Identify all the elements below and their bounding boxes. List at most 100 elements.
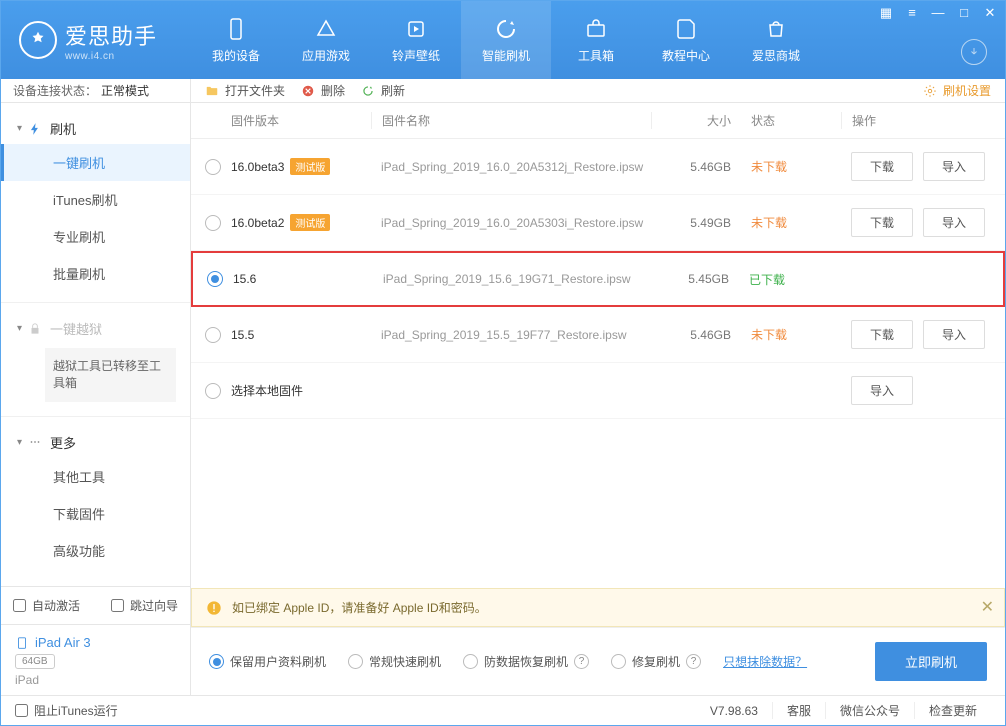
row-radio[interactable] bbox=[205, 215, 221, 231]
download-button[interactable]: 下载 bbox=[851, 320, 913, 349]
window-controls: ▦ ≡ — □ ✕ bbox=[877, 5, 999, 21]
firmware-size: 5.45GB bbox=[649, 272, 739, 286]
sidebar-item-advanced[interactable]: 高级功能 bbox=[1, 532, 190, 569]
nav-toolbox[interactable]: 工具箱 bbox=[551, 1, 641, 79]
version-text: 16.0beta3 bbox=[231, 160, 284, 174]
app-logo-icon bbox=[19, 21, 57, 59]
status-text: 未下载 bbox=[751, 328, 787, 342]
option-repair[interactable]: 修复刷机? bbox=[611, 653, 701, 670]
close-icon[interactable]: ✕ bbox=[981, 5, 999, 21]
nav-my-device[interactable]: 我的设备 bbox=[191, 1, 281, 79]
option-normal[interactable]: 常规快速刷机 bbox=[348, 653, 441, 670]
firmware-table: 固件版本 固件名称 大小 状态 操作 16.0beta3 测试版 iPad_Spr… bbox=[191, 103, 1005, 588]
jailbreak-note: 越狱工具已转移至工具箱 bbox=[45, 348, 176, 402]
firmware-name: iPad_Spring_2019_15.5_19F77_Restore.ipsw bbox=[371, 328, 651, 342]
more-icon bbox=[28, 435, 42, 449]
help-icon[interactable]: ? bbox=[574, 654, 589, 669]
option-anti[interactable]: 防数据恢复刷机? bbox=[463, 653, 589, 670]
beta-badge: 测试版 bbox=[290, 214, 330, 231]
device-info[interactable]: iPad Air 3 64GB iPad bbox=[1, 624, 190, 695]
nav-tutorials[interactable]: 教程中心 bbox=[641, 1, 731, 79]
row-radio[interactable] bbox=[205, 159, 221, 175]
erase-only-link[interactable]: 只想抹除数据？ bbox=[723, 653, 807, 670]
main-panel: 打开文件夹 删除 刷新 刷机设置 固件版本 固件名称 大小 状态 bbox=[191, 79, 1005, 695]
firmware-name: iPad_Spring_2019_16.0_20A5312j_Restore.i… bbox=[371, 160, 651, 174]
chevron-down-icon: ▾ bbox=[17, 123, 22, 134]
table-row[interactable]: 15.6 iPad_Spring_2019_15.6_19G71_Restore… bbox=[191, 251, 1005, 307]
connection-status: 设备连接状态： 正常模式 bbox=[1, 79, 190, 103]
grid-icon[interactable]: ▦ bbox=[877, 5, 895, 21]
radio-local[interactable] bbox=[205, 383, 221, 399]
sidebar-item-download-firmware[interactable]: 下载固件 bbox=[1, 495, 190, 532]
version-text: 15.5 bbox=[231, 328, 254, 342]
top-nav: 我的设备 应用游戏 铃声壁纸 智能刷机 工具箱 教程中心 爱思商城 bbox=[191, 1, 821, 79]
refresh-button[interactable]: 刷新 bbox=[361, 82, 405, 99]
nav-flash[interactable]: 智能刷机 bbox=[461, 1, 551, 79]
version-text: 15.6 bbox=[233, 272, 256, 286]
sidebar-item-pro-flash[interactable]: 专业刷机 bbox=[1, 218, 190, 255]
download-button[interactable]: 下载 bbox=[851, 152, 913, 181]
local-firmware-row[interactable]: 选择本地固件 导入 bbox=[191, 363, 1005, 419]
nav-ringtones[interactable]: 铃声壁纸 bbox=[371, 1, 461, 79]
tablet-icon bbox=[15, 636, 29, 650]
sidebar-group-jailbreak: ▾ 一键越狱 bbox=[1, 313, 190, 344]
sidebar-item-other-tools[interactable]: 其他工具 bbox=[1, 458, 190, 495]
minimize-icon[interactable]: — bbox=[929, 5, 947, 21]
sidebar-group-more[interactable]: ▾ 更多 bbox=[1, 427, 190, 458]
flash-icon bbox=[28, 122, 42, 136]
beta-badge: 测试版 bbox=[290, 158, 330, 175]
import-button[interactable]: 导入 bbox=[923, 320, 985, 349]
maximize-icon[interactable]: □ bbox=[955, 5, 973, 21]
firmware-name: iPad_Spring_2019_15.6_19G71_Restore.ipsw bbox=[373, 272, 649, 286]
auto-activate-checkbox[interactable]: 自动激活 bbox=[13, 597, 80, 614]
version-text: 16.0beta2 bbox=[231, 216, 284, 230]
table-row[interactable]: 16.0beta3 测试版 iPad_Spring_2019_16.0_20A53… bbox=[191, 139, 1005, 195]
sidebar-item-batch-flash[interactable]: 批量刷机 bbox=[1, 255, 190, 292]
sidebar: 设备连接状态： 正常模式 ▾ 刷机 一键刷机 iTunes刷机 专业刷机 批量刷… bbox=[1, 79, 191, 695]
status-text: 未下载 bbox=[751, 216, 787, 230]
table-row[interactable]: 16.0beta2测试版 iPad_Spring_2019_16.0_20A53… bbox=[191, 195, 1005, 251]
storage-badge: 64GB bbox=[15, 654, 55, 669]
flash-now-button[interactable]: 立即刷机 bbox=[875, 642, 987, 681]
nav-store[interactable]: 爱思商城 bbox=[731, 1, 821, 79]
app-name: 爱思助手 bbox=[65, 19, 157, 51]
import-button[interactable]: 导入 bbox=[851, 376, 913, 405]
option-retain[interactable]: 保留用户资料刷机 bbox=[209, 653, 326, 670]
status-text: 未下载 bbox=[751, 160, 787, 174]
refresh-icon bbox=[361, 84, 375, 98]
table-header: 固件版本 固件名称 大小 状态 操作 bbox=[191, 103, 1005, 139]
import-button[interactable]: 导入 bbox=[923, 208, 985, 237]
app-domain: www.i4.cn bbox=[65, 51, 157, 62]
footer-wechat[interactable]: 微信公众号 bbox=[825, 702, 914, 719]
warning-icon bbox=[206, 600, 222, 616]
action-bar: 保留用户资料刷机 常规快速刷机 防数据恢复刷机? 修复刷机? 只想抹除数据？ 立… bbox=[191, 627, 1005, 695]
lock-icon bbox=[28, 322, 42, 336]
row-radio[interactable] bbox=[205, 327, 221, 343]
list-icon[interactable]: ≡ bbox=[903, 5, 921, 21]
logo-area: 爱思助手 www.i4.cn bbox=[1, 19, 191, 62]
delete-button[interactable]: 删除 bbox=[301, 82, 345, 99]
footer-update[interactable]: 检查更新 bbox=[914, 702, 991, 719]
chevron-down-icon: ▾ bbox=[17, 437, 22, 448]
warning-bar: 如已绑定 Apple ID，请准备好 Apple ID和密码。 ✕ bbox=[191, 588, 1005, 627]
block-itunes-checkbox[interactable]: 阻止iTunes运行 bbox=[15, 702, 118, 719]
row-radio[interactable] bbox=[207, 271, 223, 287]
open-folder-button[interactable]: 打开文件夹 bbox=[205, 82, 285, 99]
import-button[interactable]: 导入 bbox=[923, 152, 985, 181]
table-row[interactable]: 15.5 iPad_Spring_2019_15.5_19F77_Restore… bbox=[191, 307, 1005, 363]
firmware-size: 5.49GB bbox=[651, 216, 741, 230]
sidebar-item-itunes-flash[interactable]: iTunes刷机 bbox=[1, 181, 190, 218]
sidebar-item-one-click-flash[interactable]: 一键刷机 bbox=[1, 144, 190, 181]
nav-apps[interactable]: 应用游戏 bbox=[281, 1, 371, 79]
download-button[interactable]: 下载 bbox=[851, 208, 913, 237]
toolbar: 打开文件夹 删除 刷新 刷机设置 bbox=[191, 79, 1005, 103]
help-icon[interactable]: ? bbox=[686, 654, 701, 669]
firmware-size: 5.46GB bbox=[651, 328, 741, 342]
skip-guide-checkbox[interactable]: 跳过向导 bbox=[111, 597, 178, 614]
warning-close-icon[interactable]: ✕ bbox=[981, 597, 994, 617]
flash-settings-button[interactable]: 刷机设置 bbox=[923, 82, 991, 99]
sidebar-group-flash[interactable]: ▾ 刷机 bbox=[1, 113, 190, 144]
footer-support[interactable]: 客服 bbox=[772, 702, 825, 719]
app-header: 爱思助手 www.i4.cn 我的设备 应用游戏 铃声壁纸 智能刷机 工具箱 教… bbox=[1, 1, 1005, 79]
downloads-icon[interactable] bbox=[961, 39, 987, 65]
